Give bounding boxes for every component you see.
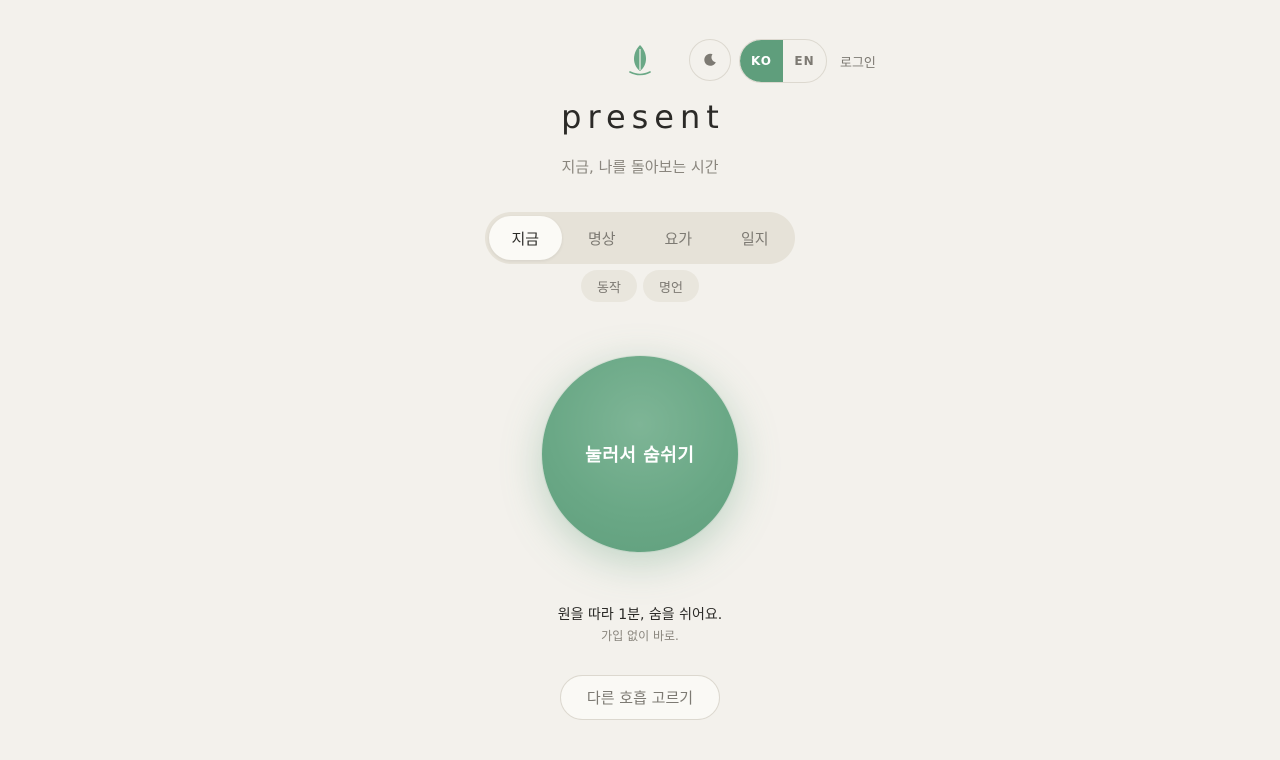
breath-subhint: 가입 없이 바로. <box>601 629 679 643</box>
sub-tab-quote[interactable]: 명언 <box>643 270 699 302</box>
breath-hint: 원을 따라 1분, 숨을 쉬어요. <box>557 607 723 623</box>
main-tabs: 지금 명상 요가 일지 <box>485 212 795 264</box>
theme-toggle-button[interactable] <box>689 39 731 81</box>
language-ko-button[interactable]: KO <box>740 40 783 82</box>
tab-journal[interactable]: 일지 <box>719 216 792 260</box>
language-en-button[interactable]: EN <box>783 40 826 82</box>
sub-tabs: 동작 명언 <box>0 270 1280 302</box>
app-subtitle: 지금, 나를 돌아보는 시간 <box>561 158 719 176</box>
choose-other-breath-button[interactable]: 다른 호흡 고르기 <box>560 675 720 720</box>
moon-icon <box>704 53 716 66</box>
language-switch: KO EN <box>739 39 827 83</box>
leaf-icon <box>629 45 651 76</box>
login-link[interactable]: 로그인 <box>840 52 876 71</box>
page: KO EN 로그인 present 지금, 나를 돌아보는 시간 지금 명상 요… <box>0 0 1280 760</box>
tab-meditation[interactable]: 명상 <box>566 216 639 260</box>
sub-tab-movement[interactable]: 동작 <box>581 270 637 302</box>
tab-now[interactable]: 지금 <box>489 216 562 260</box>
breath-start-button[interactable]: 눌러서 숨쉬기 <box>542 356 738 552</box>
app-title: present <box>561 98 725 136</box>
breath-start-label: 눌러서 숨쉬기 <box>585 445 695 466</box>
tab-yoga[interactable]: 요가 <box>642 216 715 260</box>
